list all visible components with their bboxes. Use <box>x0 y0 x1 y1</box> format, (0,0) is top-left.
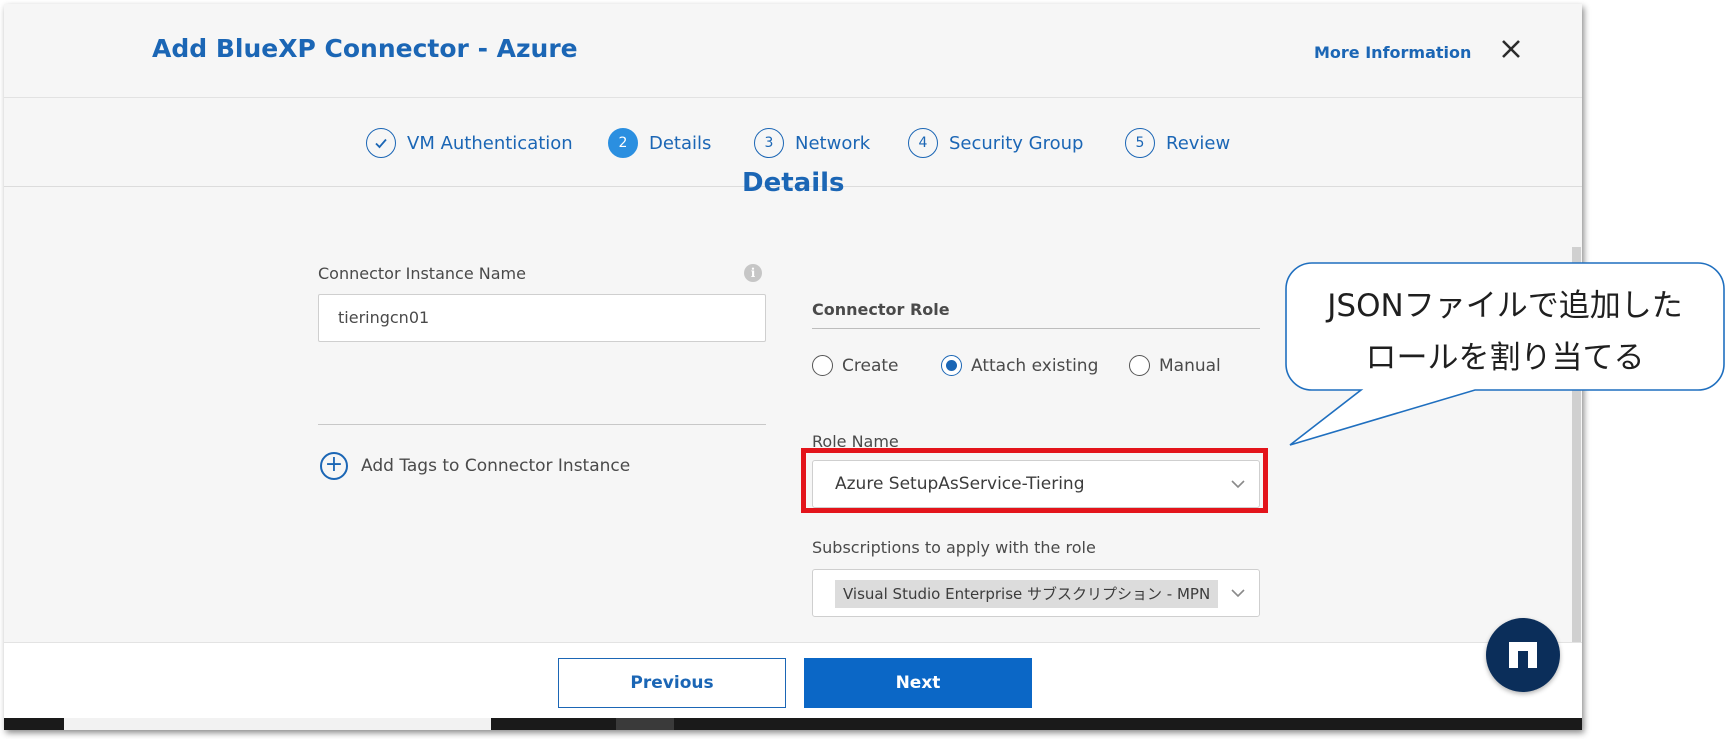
callout-line: JSONファイルで追加した <box>1327 288 1683 324</box>
radio-indicator <box>1129 355 1150 376</box>
dialog-footer: Previous Next <box>4 642 1582 722</box>
radio-label: Create <box>842 355 899 376</box>
divider <box>318 424 766 425</box>
step-number: 3 <box>754 128 784 158</box>
radio-indicator <box>812 355 833 376</box>
radio-label: Manual <box>1159 355 1221 376</box>
info-icon[interactable]: i <box>744 264 762 282</box>
taskbar-segment <box>616 718 674 730</box>
step-network[interactable]: 3 Network <box>754 127 870 159</box>
more-information-link[interactable]: More Information <box>1314 43 1471 62</box>
callout-line: ロールを割り当てる <box>1365 340 1645 376</box>
connector-role-heading: Connector Role <box>812 300 950 319</box>
radio-manual[interactable]: Manual <box>1129 355 1221 376</box>
chevron-down-icon <box>1231 589 1245 598</box>
taskbar-segment <box>64 718 491 730</box>
plus-icon: + <box>320 452 348 480</box>
divider <box>812 328 1260 329</box>
step-details[interactable]: 2 Details <box>608 127 711 159</box>
dialog-title: Add BlueXP Connector - Azure <box>152 34 578 63</box>
previous-button[interactable]: Previous <box>558 658 786 708</box>
step-number: 4 <box>908 128 938 158</box>
step-review[interactable]: 5 Review <box>1125 127 1230 159</box>
subscriptions-label: Subscriptions to apply with the role <box>812 538 1096 557</box>
step-label: VM Authentication <box>407 132 573 154</box>
connector-instance-name-input[interactable]: tieringcn01 <box>318 294 766 342</box>
step-label: Network <box>795 132 871 154</box>
radio-create[interactable]: Create <box>812 355 899 376</box>
radio-indicator <box>941 355 962 376</box>
step-label: Security Group <box>949 132 1084 154</box>
check-icon <box>366 128 396 158</box>
subscriptions-select[interactable]: Visual Studio Enterprise サブスクリプション - MPN <box>812 569 1260 617</box>
step-label: Review <box>1166 132 1231 154</box>
section-title: Details <box>742 168 845 198</box>
highlight-box <box>801 448 1268 513</box>
step-label: Details <box>649 132 712 154</box>
step-number: 2 <box>608 128 638 158</box>
taskbar-strip <box>4 718 1582 730</box>
dialog-header: Add BlueXP Connector - Azure More Inform… <box>4 4 1582 98</box>
add-tags-button[interactable]: + Add Tags to Connector Instance <box>320 452 630 480</box>
callout-text: JSONファイルで追加した ロールを割り当てる <box>1287 280 1723 384</box>
radio-label: Attach existing <box>971 355 1099 376</box>
subscription-chip: Visual Studio Enterprise サブスクリプション - MPN <box>835 580 1219 608</box>
step-number: 5 <box>1125 128 1155 158</box>
close-button[interactable] <box>1500 38 1530 68</box>
add-tags-label: Add Tags to Connector Instance <box>361 456 631 476</box>
step-security-group[interactable]: 4 Security Group <box>908 127 1083 159</box>
step-vm-authentication[interactable]: VM Authentication <box>366 127 573 159</box>
connector-instance-name-label: Connector Instance Name <box>318 264 526 283</box>
radio-attach-existing[interactable]: Attach existing <box>941 355 1098 376</box>
netapp-logo-icon[interactable] <box>1486 618 1560 692</box>
next-button[interactable]: Next <box>804 658 1032 708</box>
close-icon <box>1502 40 1520 58</box>
